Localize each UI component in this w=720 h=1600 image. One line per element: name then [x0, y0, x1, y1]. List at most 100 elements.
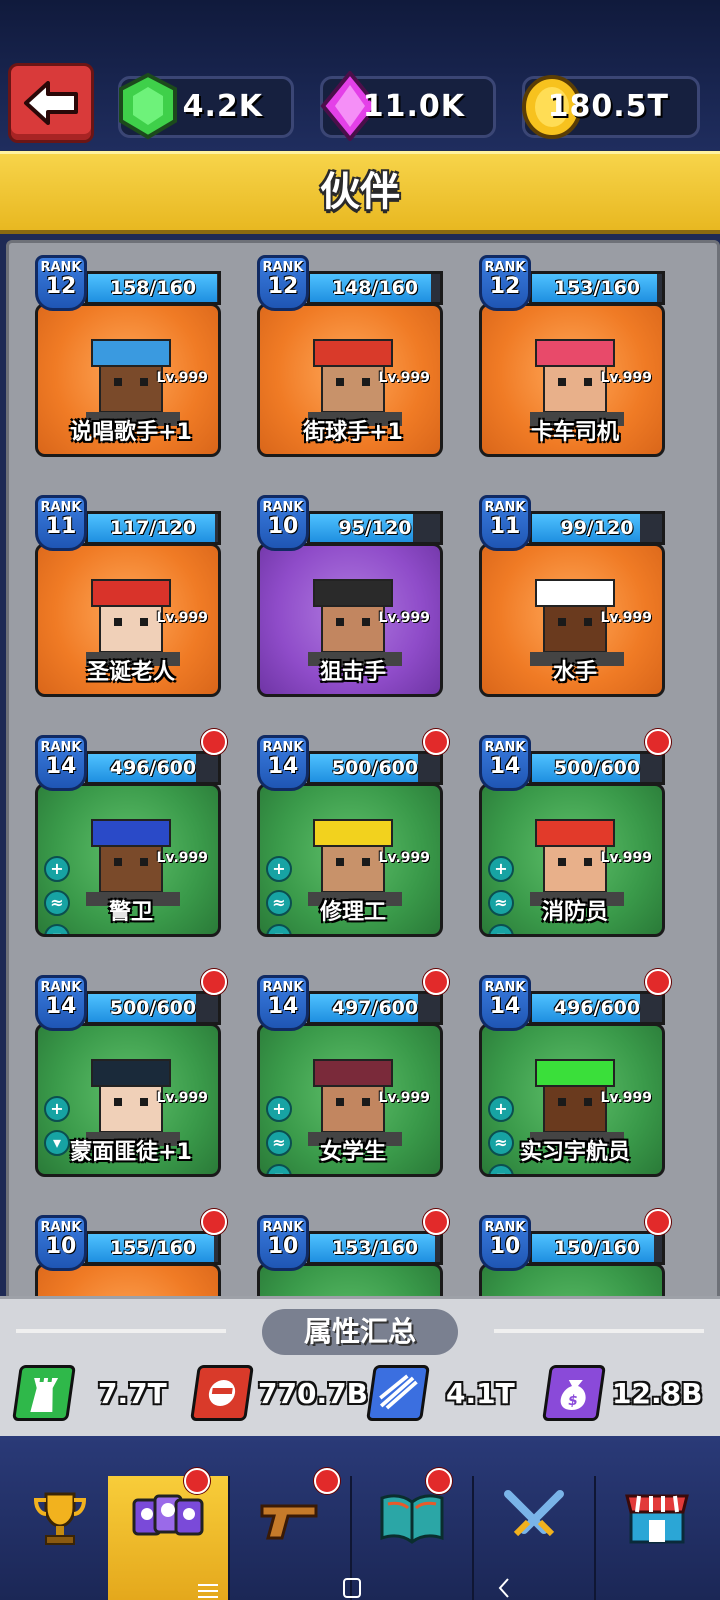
- rank-label: RANK: [484, 260, 526, 275]
- rank-number: 12: [267, 274, 299, 299]
- partner-progress-text: 150/160: [553, 1237, 641, 1259]
- partner-card[interactable]: Lv.999 狙击手 95/120 RANK 10: [257, 487, 443, 697]
- back-button[interactable]: [8, 63, 94, 143]
- rank-number: 10: [267, 514, 299, 539]
- partner-progress-text: 153/160: [331, 1237, 419, 1259]
- plus-icon: +: [488, 1096, 514, 1122]
- green-gem-icon: [119, 72, 177, 140]
- stat-money-value: 12.8B: [612, 1377, 703, 1410]
- plus-icon: +: [266, 1096, 292, 1122]
- shirt-icon: ▾: [44, 1130, 70, 1156]
- rank-label: RANK: [262, 500, 304, 515]
- partner-level: Lv.999: [378, 1090, 430, 1106]
- crossed-swords-icon: [504, 1490, 564, 1537]
- partner-card[interactable]: Lv.999 卡车司机 153/160 RANK 12: [479, 247, 665, 457]
- stat-auto: 4.1T: [366, 1365, 520, 1423]
- partner-progress-text: 158/160: [109, 277, 197, 299]
- partner-name: 狙击手: [319, 660, 386, 685]
- partner-card[interactable]: Lv.999 水手 99/120 RANK 11: [479, 487, 665, 697]
- partner-rank-badge: RANK 12: [35, 255, 87, 311]
- partner-portrait: Lv.999 圣诞老人: [35, 543, 221, 697]
- rank-up-icon: ≈: [266, 1130, 292, 1156]
- plus-icon: +: [44, 856, 70, 882]
- partner-portrait: Lv.999 实习宇航员 + ≈ ▾: [479, 1023, 665, 1177]
- system-recents-icon[interactable]: [198, 1584, 218, 1598]
- partner-card[interactable]: Lv.999 说唱歌手+1 158/160 RANK 12: [35, 247, 221, 457]
- partner-progress-bar: 158/160: [85, 271, 221, 305]
- partner-progress-text: 496/600: [553, 997, 641, 1019]
- rank-label: RANK: [40, 260, 82, 275]
- partner-rank-badge: RANK 14: [479, 975, 531, 1031]
- nav-partners-alert: [184, 1468, 210, 1494]
- partner-level: Lv.999: [156, 1090, 208, 1106]
- summary-divider-right: [494, 1329, 704, 1333]
- system-home-icon[interactable]: [343, 1578, 361, 1598]
- partner-level: Lv.999: [156, 610, 208, 626]
- coin-counter[interactable]: 180.5T: [522, 75, 700, 139]
- money-bag-icon: $: [542, 1365, 606, 1421]
- partner-card[interactable]: Lv.999155/160RANK10: [35, 1207, 227, 1298]
- rank-number: 10: [267, 1234, 299, 1259]
- partner-alert-dot: [645, 1209, 671, 1235]
- partner-card[interactable]: Lv.999 女学生 + ≈ ▾ 497/600 RANK 14: [257, 967, 449, 1177]
- partner-progress-bar: 148/160: [307, 271, 443, 305]
- partner-card[interactable]: Lv.999 消防员 + ≈ ▾ 500/600 RANK 14: [479, 727, 671, 937]
- partner-portrait: Lv.999 狙击手: [257, 543, 443, 697]
- partner-progress-bar: 500/600: [307, 751, 443, 785]
- partner-progress-bar: 150/160: [529, 1231, 665, 1265]
- partner-name: 卡车司机: [530, 420, 619, 445]
- green-gem-counter[interactable]: 4.2K: [118, 72, 294, 140]
- partner-card[interactable]: Lv.999 蒙面匪徒+1 + ▾ 500/600 RANK 14: [35, 967, 227, 1177]
- pink-gem-counter[interactable]: 11.0K: [320, 71, 496, 141]
- summary-divider-left: [16, 1329, 226, 1333]
- rank-up-icon: ≈: [266, 890, 292, 916]
- partner-progress-text: 500/600: [331, 757, 419, 779]
- partner-alert-dot: [201, 969, 227, 995]
- partner-upgrade-icons: + ≈ ▾: [44, 856, 70, 934]
- partner-portrait: Lv.999 说唱歌手+1: [35, 303, 221, 457]
- rank-label: RANK: [484, 740, 526, 755]
- partner-progress-text: 95/120: [338, 517, 412, 539]
- partner-card[interactable]: Lv.999 圣诞老人 117/120 RANK 11: [35, 487, 221, 697]
- rank-label: RANK: [262, 980, 304, 995]
- back-arrow-icon: [24, 81, 78, 125]
- partner-card[interactable]: Lv.999 街球手+1 148/160 RANK 12: [257, 247, 443, 457]
- partner-card[interactable]: Lv.999150/160RANK10: [479, 1207, 671, 1298]
- partner-card[interactable]: Lv.999 实习宇航员 + ≈ ▾ 496/600 RANK 14: [479, 967, 671, 1177]
- partner-name: 圣诞老人: [86, 660, 175, 685]
- partner-portrait: Lv.999 水手: [479, 543, 665, 697]
- rank-number: 12: [489, 274, 521, 299]
- rank-number: 14: [267, 994, 299, 1019]
- system-back-icon[interactable]: [498, 1578, 509, 1598]
- rank-number: 14: [489, 994, 521, 1019]
- partner-rank-badge: RANK 10: [35, 1215, 87, 1271]
- partner-card[interactable]: Lv.999 警卫 + ≈ ▾ 496/600 RANK 14: [35, 727, 227, 937]
- partner-alert-dot: [423, 729, 449, 755]
- page-title: 伙伴: [320, 169, 400, 215]
- pistol-icon: [260, 1504, 318, 1540]
- partner-rank-badge: RANK 12: [257, 255, 309, 311]
- partner-progress-text: 153/160: [553, 277, 641, 299]
- partner-rank-badge: RANK 14: [35, 975, 87, 1031]
- partner-progress-text: 500/600: [553, 757, 641, 779]
- rank-label: RANK: [40, 1220, 82, 1235]
- partner-progress-bar: 153/160: [307, 1231, 443, 1265]
- partner-level: Lv.999: [600, 1090, 652, 1106]
- partner-rank-badge: RANK 12: [479, 255, 531, 311]
- partner-rank-badge: RANK 14: [35, 735, 87, 791]
- partner-grid[interactable]: Lv.999 说唱歌手+1 158/160 RANK 12 Lv.999 街球手+1 148/…: [9, 243, 717, 1298]
- rank-label: RANK: [484, 980, 526, 995]
- partner-card[interactable]: Lv.999 修理工 + ≈ ▾ 500/600 RANK 14: [257, 727, 449, 937]
- partner-portrait: Lv.999 女学生 + ≈ ▾: [257, 1023, 443, 1177]
- partner-card[interactable]: Lv.999153/160RANK10: [257, 1207, 449, 1298]
- partner-rank-badge: RANK 10: [257, 495, 309, 551]
- partner-portrait: Lv.999 蒙面匪徒+1 + ▾: [35, 1023, 221, 1177]
- rank-label: RANK: [40, 740, 82, 755]
- partner-progress-text: 496/600: [109, 757, 197, 779]
- partner-rank-badge: RANK 14: [479, 735, 531, 791]
- shirt-icon: ▾: [266, 1164, 292, 1174]
- rank-label: RANK: [262, 260, 304, 275]
- shirt-icon: ▾: [488, 924, 514, 934]
- partner-level: Lv.999: [378, 370, 430, 386]
- system-nav-bar: [198, 1578, 509, 1598]
